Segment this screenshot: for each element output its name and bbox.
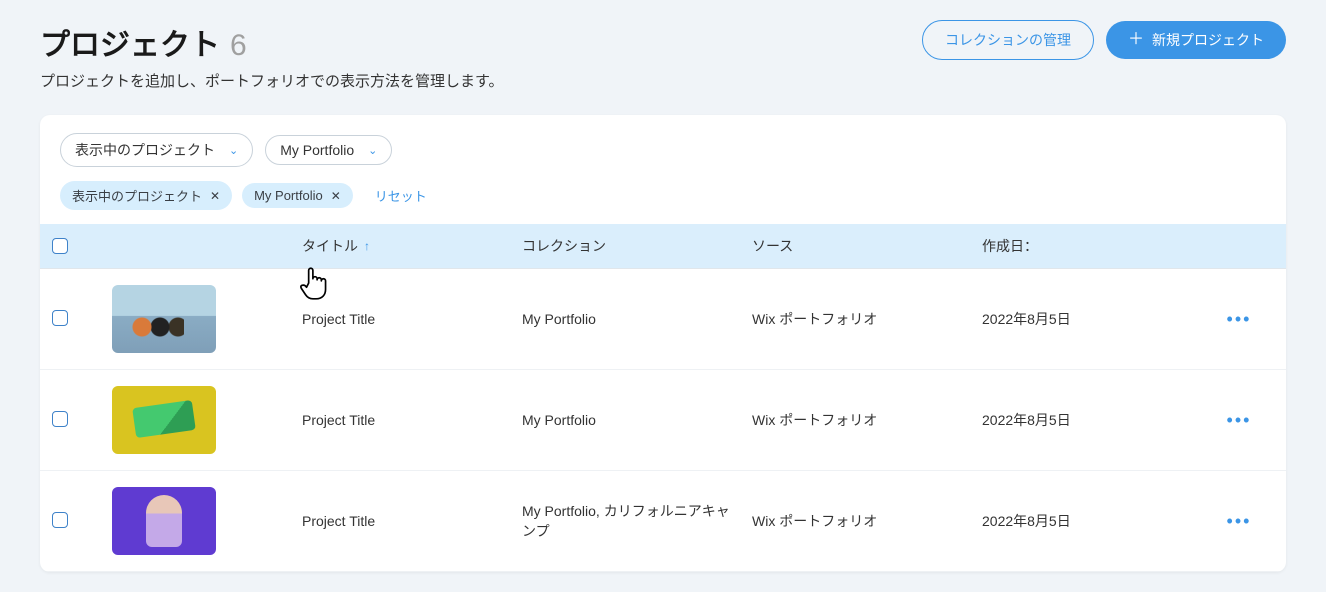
table-row[interactable]: Project Title My Portfolio Wix ポートフォリオ 2… xyxy=(40,269,1286,370)
column-source-label: ソース xyxy=(752,236,793,256)
cell-source: Wix ポートフォリオ xyxy=(752,511,982,531)
table-row[interactable]: Project Title My Portfolio Wix ポートフォリオ 2… xyxy=(40,370,1286,471)
new-project-label: 新規プロジェクト xyxy=(1152,30,1264,50)
status-filter-label: 表示中のプロジェクト xyxy=(75,140,215,160)
reset-filters-link[interactable]: リセット xyxy=(375,186,427,205)
row-actions-menu[interactable]: ••• xyxy=(1204,511,1274,532)
cell-created: 2022年8月5日 xyxy=(982,309,1204,329)
row-checkbox[interactable] xyxy=(52,310,68,326)
cell-created: 2022年8月5日 xyxy=(982,511,1204,531)
filter-chip-status-label: 表示中のプロジェクト xyxy=(72,186,202,205)
project-thumbnail[interactable] xyxy=(112,285,216,353)
page-title: プロジェクト xyxy=(40,20,220,64)
cell-source: Wix ポートフォリオ xyxy=(752,309,982,329)
filter-chip-collection[interactable]: My Portfolio ✕ xyxy=(242,183,353,208)
row-checkbox[interactable] xyxy=(52,512,68,528)
close-icon[interactable]: ✕ xyxy=(331,189,341,203)
cell-source: Wix ポートフォリオ xyxy=(752,410,982,430)
cell-title: Project Title xyxy=(302,311,522,327)
cell-collection: My Portfolio, カリフォルニアキャンプ xyxy=(522,501,752,541)
column-collection[interactable]: コレクション xyxy=(522,236,752,256)
filter-chip-collection-label: My Portfolio xyxy=(254,188,323,203)
table-header: タイトル ↑ コレクション ソース 作成日： xyxy=(40,224,1286,269)
row-actions-menu[interactable]: ••• xyxy=(1204,309,1274,330)
chevron-down-icon: ⌄ xyxy=(368,144,377,157)
column-source[interactable]: ソース xyxy=(752,236,982,256)
close-icon[interactable]: ✕ xyxy=(210,189,220,203)
manage-collections-button[interactable]: コレクションの管理 xyxy=(922,20,1094,60)
sort-ascending-icon: ↑ xyxy=(364,239,370,253)
cell-created: 2022年8月5日 xyxy=(982,410,1204,430)
projects-panel: 表示中のプロジェクト ⌄ My Portfolio ⌄ 表示中のプロジェクト ✕… xyxy=(40,115,1286,572)
row-checkbox[interactable] xyxy=(52,411,68,427)
new-project-button[interactable]: ＋ 新規プロジェクト xyxy=(1106,21,1286,59)
projects-table: タイトル ↑ コレクション ソース 作成日： Project T xyxy=(40,224,1286,572)
row-actions-menu[interactable]: ••• xyxy=(1204,410,1274,431)
column-title-label: タイトル xyxy=(302,236,358,256)
cell-collection: My Portfolio xyxy=(522,311,752,327)
column-created-label: 作成日： xyxy=(982,236,1038,256)
chevron-down-icon: ⌄ xyxy=(229,144,238,157)
project-count: 6 xyxy=(230,29,247,63)
table-row[interactable]: Project Title My Portfolio, カリフォルニアキャンプ … xyxy=(40,471,1286,572)
column-collection-label: コレクション xyxy=(522,236,606,256)
select-all-checkbox[interactable] xyxy=(52,238,68,254)
cell-collection: My Portfolio xyxy=(522,412,752,428)
collection-filter-label: My Portfolio xyxy=(280,142,354,158)
cell-title: Project Title xyxy=(302,412,522,428)
plus-icon: ＋ xyxy=(1128,32,1144,48)
project-thumbnail[interactable] xyxy=(112,487,216,555)
manage-collections-label: コレクションの管理 xyxy=(945,30,1071,50)
collection-filter-dropdown[interactable]: My Portfolio ⌄ xyxy=(265,135,392,165)
project-thumbnail[interactable] xyxy=(112,386,216,454)
status-filter-dropdown[interactable]: 表示中のプロジェクト ⌄ xyxy=(60,133,253,167)
filter-chip-status[interactable]: 表示中のプロジェクト ✕ xyxy=(60,181,232,210)
column-created[interactable]: 作成日： xyxy=(982,236,1204,256)
column-title[interactable]: タイトル ↑ xyxy=(302,236,522,256)
page-subtitle: プロジェクトを追加し、ポートフォリオでの表示方法を管理します。 xyxy=(40,70,504,91)
cell-title: Project Title xyxy=(302,513,522,529)
